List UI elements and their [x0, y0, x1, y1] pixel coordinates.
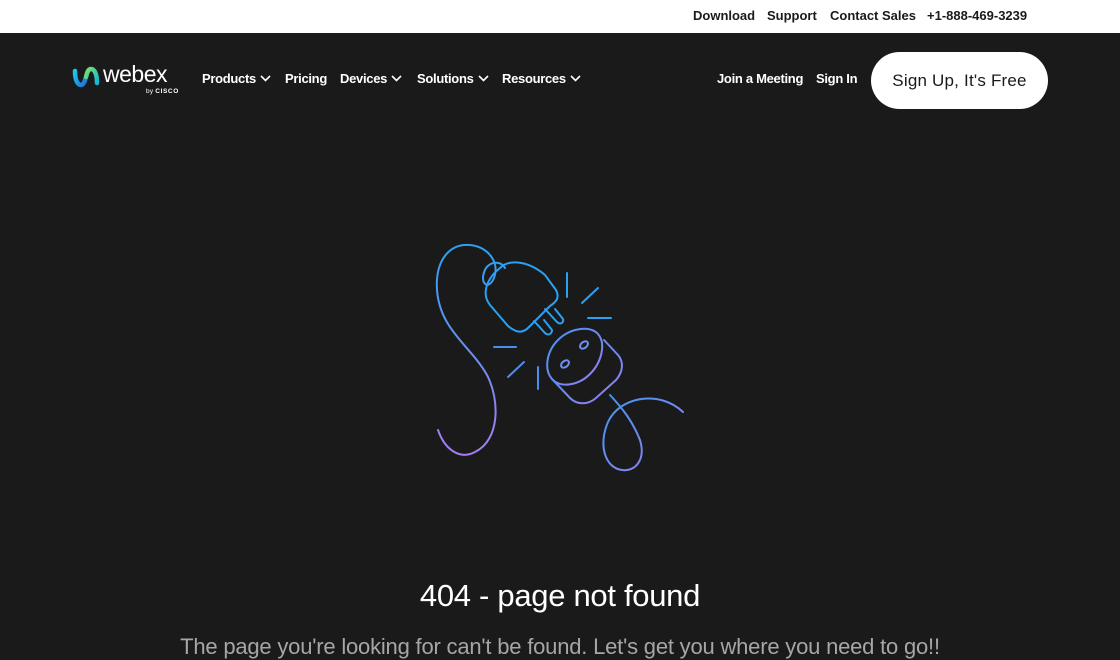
chevron-down-icon: [260, 75, 271, 82]
phone-link[interactable]: +1-888-469-3239: [927, 8, 1027, 23]
sign-up-button[interactable]: Sign Up, It's Free: [871, 52, 1048, 109]
chevron-down-icon: [570, 75, 581, 82]
nav-solutions-label: Solutions: [417, 71, 474, 86]
logo-by-cisco: by CISCO: [146, 88, 179, 95]
nav-devices[interactable]: Devices: [340, 71, 402, 86]
support-link[interactable]: Support: [767, 8, 817, 23]
nav-pricing[interactable]: Pricing: [285, 71, 327, 86]
logo-wordmark: webex: [103, 61, 167, 87]
utility-bar: Download Support Contact Sales +1-888-46…: [0, 0, 1120, 33]
chevron-down-icon: [477, 75, 489, 82]
join-meeting-label: Join a Meeting: [717, 71, 804, 86]
chevron-down-icon: [391, 75, 402, 82]
sign-in-label: Sign In: [816, 71, 858, 86]
nav-devices-label: Devices: [340, 71, 388, 86]
logo-cisco: CISCO: [155, 88, 179, 95]
webex-logo-icon: [72, 66, 100, 88]
nav-resources[interactable]: Resources: [502, 71, 581, 86]
nav-resources-label: Resources: [502, 71, 566, 86]
logo-by: by: [146, 88, 154, 95]
contact-sales-link[interactable]: Contact Sales: [830, 8, 916, 23]
main-nav: webex by CISCO Products Pricing Devices …: [0, 33, 1120, 128]
nav-pricing-label: Pricing: [285, 71, 327, 86]
error-title: 404 - page not found: [419, 578, 701, 613]
error-message: The page you're looking for can't be fou…: [180, 634, 940, 659]
unplugged-cable-icon: [435, 243, 684, 472]
nav-solutions[interactable]: Solutions: [417, 71, 489, 86]
webex-logo[interactable]: webex by CISCO: [72, 61, 184, 101]
nav-products[interactable]: Products: [202, 71, 271, 86]
nav-products-label: Products: [202, 71, 256, 86]
download-link[interactable]: Download: [693, 8, 755, 23]
sign-in-link[interactable]: Sign In: [816, 71, 858, 86]
join-meeting-link[interactable]: Join a Meeting: [717, 71, 803, 86]
